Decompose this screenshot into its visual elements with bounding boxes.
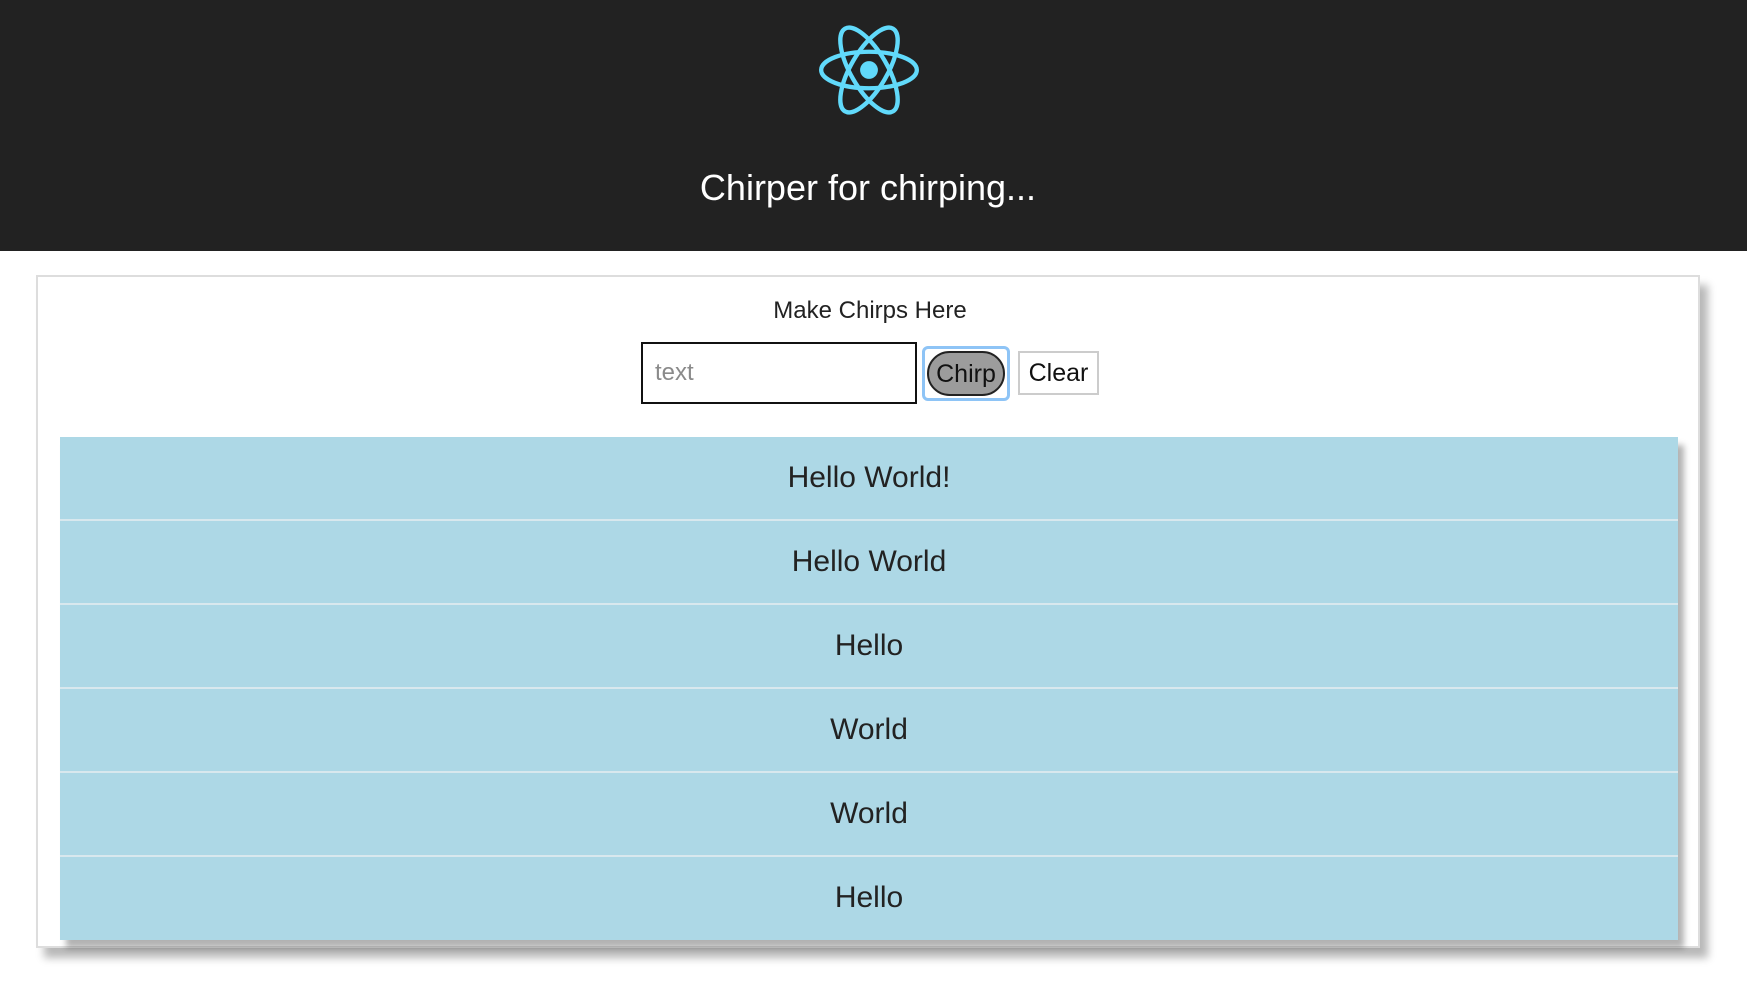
app-title: Chirper for chirping... <box>699 167 1037 208</box>
composer-heading: Make Chirps Here <box>773 297 967 324</box>
chirp-item: World <box>60 689 1678 773</box>
clear-button[interactable]: Clear <box>1018 351 1099 395</box>
app-header: Chirper for chirping... <box>0 0 1747 251</box>
chirp-list: Hello World! Hello World Hello World Wor… <box>60 437 1678 940</box>
react-atom-icon <box>819 25 919 115</box>
chirp-button[interactable]: Chirp <box>922 346 1010 401</box>
chirp-item: Hello <box>60 605 1678 689</box>
chirp-item: World <box>60 773 1678 857</box>
chirp-item: Hello <box>60 857 1678 940</box>
chirp-button-label: Chirp <box>927 351 1005 396</box>
chirp-text-input[interactable] <box>641 342 917 404</box>
chirp-item: Hello World <box>60 521 1678 605</box>
chirp-panel: Make Chirps Here Chirp Clear Hello World… <box>36 275 1700 948</box>
chirp-item: Hello World! <box>60 437 1678 521</box>
